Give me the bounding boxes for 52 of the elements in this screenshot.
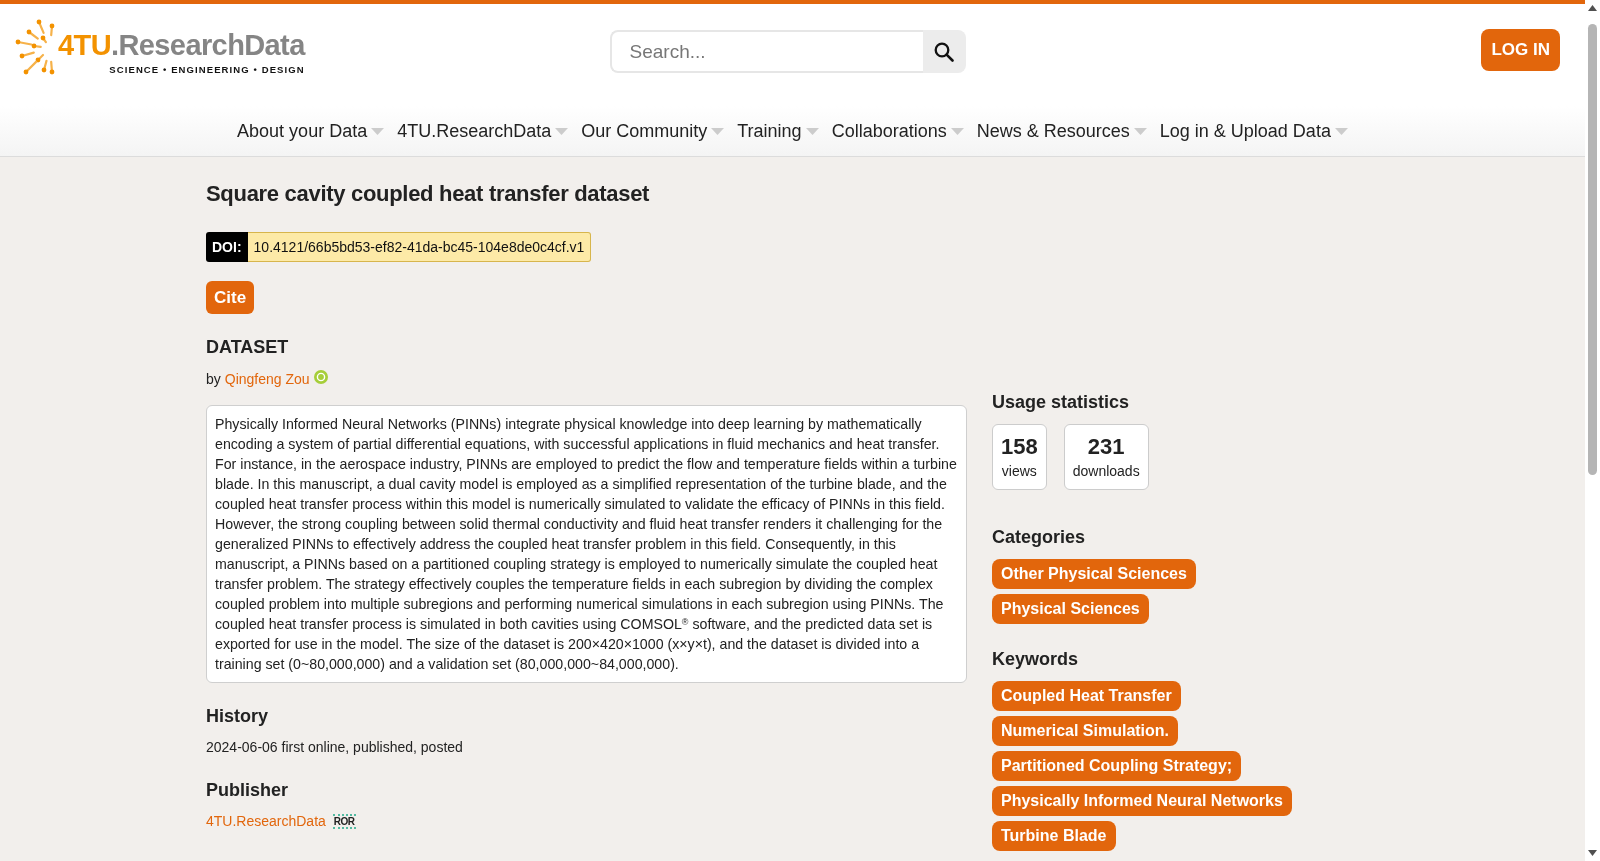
dataset-title: Square cavity coupled heat transfer dataset xyxy=(206,180,651,208)
nav-menu-link[interactable]: Our Community xyxy=(581,117,725,145)
category-tag[interactable]: Other Physical Sciences xyxy=(992,559,1196,589)
caret-icon xyxy=(950,127,964,135)
nav-menu-link[interactable]: 4TU.ResearchData xyxy=(397,117,569,145)
caret-icon xyxy=(1334,127,1348,135)
caret-icon xyxy=(805,127,819,135)
caret-icon xyxy=(555,127,569,135)
stat-value: 158 xyxy=(1001,433,1038,461)
nav-menu-link[interactable]: Training xyxy=(737,117,819,145)
search-icon xyxy=(934,41,954,62)
scrollbar-thumb[interactable] xyxy=(1588,24,1597,475)
scroll-up-arrow-icon xyxy=(1588,5,1597,11)
publisher-link[interactable]: 4TU.ResearchData xyxy=(206,811,326,831)
stat-label: downloads xyxy=(1072,462,1140,481)
usage-statistics-heading: Usage statistics xyxy=(992,391,1131,413)
keyword-heading: Keywords xyxy=(992,648,1080,670)
doi-value: 10.4121/66b5bd53-ef82-41da-bc45-104e8de0c4cf.v1 xyxy=(247,232,592,262)
doi-label: DOI: xyxy=(206,232,248,262)
category-tag[interactable]: Physical Sciences xyxy=(992,594,1149,624)
logo-tagline: SCIENCE • ENGINEERING • DESIGN xyxy=(108,64,305,76)
dataset-type-heading: DATASET xyxy=(206,336,290,358)
description-text: Physically Informed Neural Networks (PINNs) integrate physical knowledge into deep learning by mathematically encoding a system of partial differential equations, with successful applications in fluid mechanics and heat transfer. For instance, in the aerospace industry, PINNs are employed to predict the flow and temperature fields within a turbine blade. In this manuscript, a dual cavity model is employed as a simplified representation of the turbine blade, and the coupled heat transfer process within this model is numerically simulated to validate the efficacy of PINNs in this field. However, the strong coupling between solid thermal conductivity and fluid heat transfer renders it challenging for the generalized PINNs to effectively address the coupled heat transfer problem in this field. Consequently, in this manuscript, a PINNs based on a partitioned coupling strategy is employed to numerically simulate the coupled heat transfer problem. The strategy effectively couples the temperature fields in each subregion by dividing the complex coupled problem into multiple subregions and performing numerical simulations in each subregion using PINNs. The coupled heat transfer process is simulated in both cavities using COMSOL$^{®}$ software, and the predicted data set is exported for use in the model. The size of the dataset is 200×420×1000 (x×y×t), and the dataset is divided into a training set (0~80,000,000) and a validation set (80,000,000~84,000,000). xyxy=(206,405,967,683)
caret-icon xyxy=(1133,127,1147,135)
keyword-tag[interactable]: Numerical Simulation. xyxy=(992,716,1179,746)
stat-label: views xyxy=(1001,462,1038,481)
nav-menu-link[interactable]: News & Resources xyxy=(976,117,1147,145)
keyword-tag[interactable]: Turbine Blade xyxy=(992,821,1116,851)
nav-menu-link[interactable]: About your Data xyxy=(237,117,385,145)
id-badge-icon xyxy=(313,370,328,384)
cite-button[interactable]: Cite xyxy=(206,281,255,314)
search-field[interactable]: Search... xyxy=(609,30,923,73)
publisher-heading: Publisher xyxy=(206,779,290,801)
keyword-tag[interactable]: Physically Informed Neural Networks xyxy=(992,786,1292,816)
caret-icon xyxy=(711,127,725,135)
nav-menu-link[interactable]: Collaborations xyxy=(831,117,964,145)
byline-text: by xyxy=(206,370,221,389)
keyword-tag[interactable]: Coupled Heat Transfer xyxy=(992,681,1181,711)
logo-wordmark[interactable]: 4TU.ResearchData xyxy=(58,29,305,61)
stat-value: 231 xyxy=(1086,433,1126,461)
author-link[interactable]: Qingfeng Zou xyxy=(224,369,310,389)
caret-icon xyxy=(371,127,385,135)
history-text: 2024-06-06 first online, published, posted xyxy=(206,738,464,757)
login-button[interactable]: LOG IN xyxy=(1481,29,1560,71)
category-heading: Categories xyxy=(992,526,1087,548)
search-button[interactable] xyxy=(922,30,966,73)
sunburst-icon xyxy=(15,19,55,75)
nav-menu-link[interactable]: Log in & Upload Data xyxy=(1159,117,1348,145)
registry-logo[interactable]: ROR xyxy=(332,813,356,829)
keyword-tag[interactable]: Partitioned Coupling Strategy; xyxy=(992,751,1242,781)
scroll-down-arrow-icon xyxy=(1588,850,1597,856)
history-heading: History xyxy=(206,705,269,727)
